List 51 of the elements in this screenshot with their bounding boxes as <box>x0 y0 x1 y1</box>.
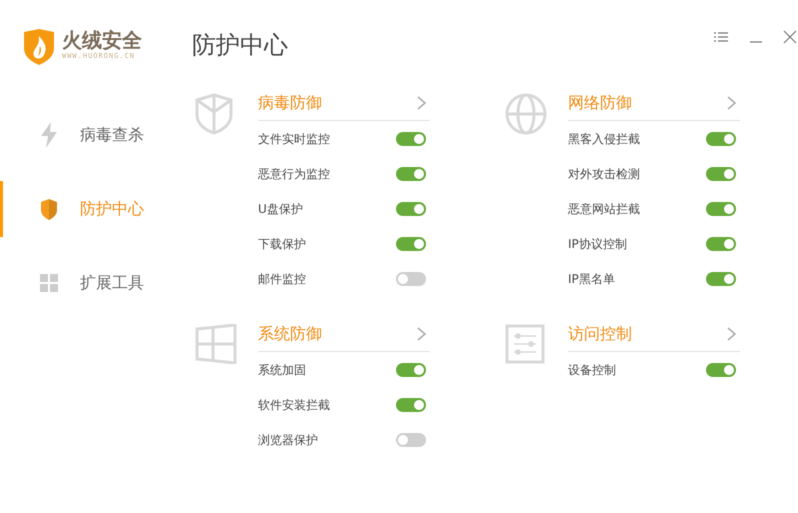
toggle-switch[interactable] <box>396 132 426 146</box>
setting-label: 系统加固 <box>258 362 306 378</box>
setting-label: 软件安装拦截 <box>258 396 330 414</box>
nav-item[interactable]: 防护中心 <box>0 181 180 237</box>
setting-label: 下载保护 <box>258 236 306 252</box>
setting-label: 黑客入侵拦截 <box>568 130 640 148</box>
sliders-icon <box>505 324 545 364</box>
toggle-switch[interactable] <box>706 132 736 146</box>
toggle-switch[interactable] <box>396 272 426 286</box>
setting-label: 恶意网站拦截 <box>568 200 640 218</box>
window-icon <box>195 324 237 364</box>
setting-label: 浏览器保护 <box>258 432 318 448</box>
grid-icon <box>40 274 58 292</box>
page-title: 防护中心 <box>192 30 288 60</box>
setting-label: 文件实时监控 <box>258 130 330 148</box>
nav-item[interactable]: 病毒查杀 <box>0 107 180 163</box>
shield-icon <box>195 93 233 135</box>
toggle-switch[interactable] <box>706 362 736 376</box>
nav-item[interactable]: 扩展工具 <box>0 255 180 311</box>
section-title[interactable]: 系统防御 <box>258 322 322 346</box>
section-title[interactable]: 访问控制 <box>568 322 632 346</box>
shield-icon <box>40 198 58 220</box>
setting-label: IP协议控制 <box>568 236 627 252</box>
close-icon[interactable] <box>783 30 797 44</box>
toggle-switch[interactable] <box>396 362 426 376</box>
chevron-right-icon[interactable] <box>417 326 426 340</box>
chevron-right-icon[interactable] <box>727 96 736 110</box>
toggle-switch[interactable] <box>396 398 426 412</box>
section-title[interactable]: 网络防御 <box>568 90 632 114</box>
toggle-switch[interactable] <box>706 272 736 286</box>
chevron-right-icon[interactable] <box>417 96 426 110</box>
setting-label: U盘保护 <box>258 200 303 218</box>
lightning-icon <box>39 122 59 148</box>
toggle-switch[interactable] <box>396 432 426 446</box>
setting-label: IP黑名单 <box>568 270 615 288</box>
brand-name: 火绒安全 <box>62 28 142 52</box>
toggle-switch[interactable] <box>706 202 736 216</box>
logo-icon <box>22 28 56 66</box>
toggle-switch[interactable] <box>706 236 736 250</box>
setting-label: 对外攻击检测 <box>568 166 640 182</box>
toggle-switch[interactable] <box>396 166 426 180</box>
toggle-switch[interactable] <box>706 166 736 180</box>
globe-icon <box>505 93 547 135</box>
section-title[interactable]: 病毒防御 <box>258 90 322 114</box>
toggle-switch[interactable] <box>396 202 426 216</box>
chevron-right-icon[interactable] <box>727 326 736 340</box>
setting-label: 邮件监控 <box>258 270 306 288</box>
toggle-switch[interactable] <box>396 236 426 250</box>
setting-label: 设备控制 <box>568 362 616 378</box>
setting-label: 恶意行为监控 <box>258 166 330 182</box>
menu-icon[interactable] <box>713 31 729 43</box>
